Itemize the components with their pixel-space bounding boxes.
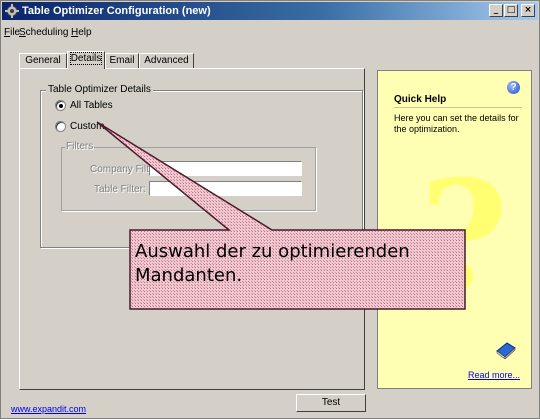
menu-scheduling[interactable]: Scheduling: [19, 27, 68, 38]
table-filter-label: Table Filter:: [94, 184, 146, 195]
maximize-button[interactable]: □: [504, 4, 518, 17]
gear-icon: [5, 4, 19, 18]
quick-help-text: Here you can set the details for the opt…: [394, 113, 519, 134]
help-divider: [394, 107, 522, 108]
custom-label[interactable]: Custom: [70, 121, 104, 132]
details-group-title: Table Optimizer Details: [46, 84, 153, 95]
custom-radio[interactable]: [55, 121, 66, 132]
annotation-text: Auswahl der zu optimierenden Mandanten.: [135, 241, 410, 286]
all-tables-radio[interactable]: [55, 100, 66, 111]
window-title: Table Optimizer Configuration (new): [22, 5, 211, 17]
read-more-link[interactable]: Read more...: [468, 370, 520, 380]
menu-help[interactable]: Help: [71, 27, 92, 38]
company-filter-input[interactable]: [149, 161, 302, 176]
app-window: Table Optimizer Configuration (new) _ □ …: [0, 0, 540, 419]
tab-details[interactable]: Details: [67, 51, 105, 69]
filters-title: Filters: [65, 141, 95, 152]
quick-help-panel: ? ? Quick Help Here you can set the deta…: [377, 70, 532, 389]
minimize-button[interactable]: _: [489, 4, 503, 17]
filters-group: [61, 147, 316, 211]
website-link[interactable]: www.expandit.com: [11, 404, 86, 414]
help-watermark: ?: [420, 148, 508, 324]
title-bar[interactable]: Table Optimizer Configuration (new) _ □ …: [2, 2, 538, 20]
test-button[interactable]: Test: [296, 394, 366, 412]
menu-file[interactable]: File: [4, 27, 20, 38]
tab-email[interactable]: Email: [105, 53, 139, 68]
tab-advanced[interactable]: Advanced: [139, 53, 194, 68]
tab-general[interactable]: General: [19, 53, 67, 68]
book-icon[interactable]: [495, 341, 517, 359]
quick-help-title: Quick Help: [394, 94, 447, 105]
help-circle-icon[interactable]: ?: [507, 81, 520, 94]
table-filter-input[interactable]: [149, 181, 302, 196]
all-tables-label[interactable]: All Tables: [70, 100, 113, 111]
close-button[interactable]: ×: [521, 4, 535, 17]
